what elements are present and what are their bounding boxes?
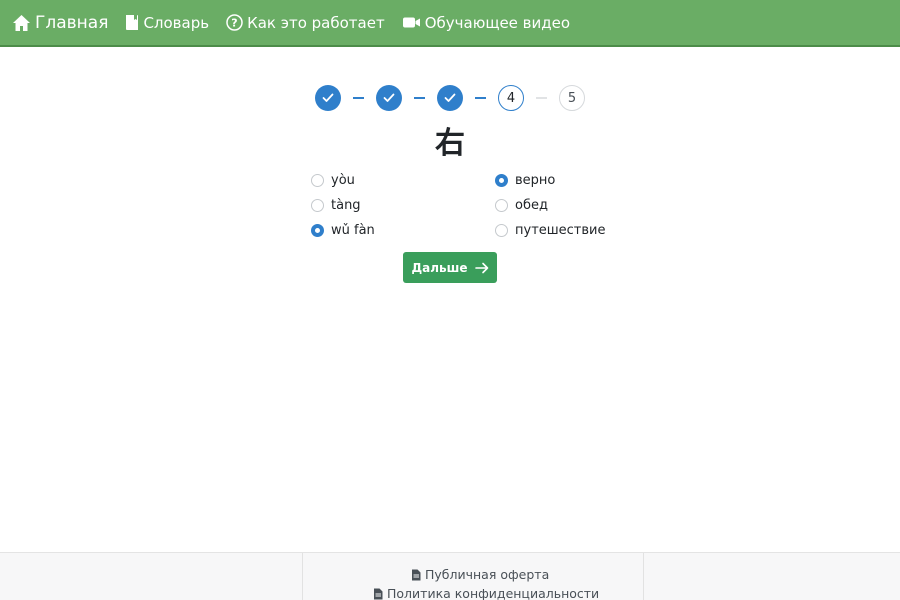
check-icon	[383, 93, 395, 102]
pinyin-option-tang[interactable]: tàng	[311, 198, 361, 213]
step-connector-inactive	[524, 97, 559, 99]
question-circle-icon: ?	[226, 14, 243, 31]
privacy-policy-link[interactable]: Политика конфиденциальности	[373, 586, 599, 600]
step-1-complete	[315, 85, 341, 111]
public-offer-link[interactable]: Публичная оферта	[411, 567, 549, 582]
nav-tutorial-video-label: Обучающее видео	[424, 13, 571, 32]
pinyin-option-you[interactable]: yòu	[311, 173, 355, 188]
video-camera-icon	[402, 15, 421, 30]
option-label: путешествие	[515, 223, 606, 238]
radio-button-selected[interactable]	[311, 224, 324, 237]
option-label: обед	[515, 198, 548, 213]
document-icon	[373, 588, 383, 600]
public-offer-label: Публичная оферта	[425, 567, 550, 582]
meaning-option-travel[interactable]: путешествие	[495, 223, 606, 238]
privacy-policy-label: Политика конфиденциальности	[387, 586, 600, 600]
home-icon	[12, 14, 31, 32]
check-icon	[444, 93, 456, 102]
step-4-current: 4	[498, 85, 524, 111]
top-navbar: Главная Словарь ? Как это работает Обуча…	[0, 0, 900, 47]
nav-tutorial-video[interactable]: Обучающее видео	[402, 14, 570, 32]
footer-links: Публичная оферта Политика конфиденциальн…	[302, 553, 644, 600]
nav-how-it-works-label: Как это работает	[247, 13, 385, 32]
footer: Публичная оферта Политика конфиденциальн…	[0, 552, 900, 600]
option-label: верно	[515, 173, 556, 188]
radio-button[interactable]	[495, 199, 508, 212]
arrow-right-icon	[474, 262, 489, 274]
next-button[interactable]: Дальше	[403, 252, 497, 283]
answer-options: yòu tàng wǔ fàn верно обед путешествие	[311, 170, 611, 250]
svg-text:?: ?	[231, 17, 237, 30]
step-connector	[341, 97, 376, 99]
question-character: 右	[435, 126, 465, 161]
step-2-complete	[376, 85, 402, 111]
nav-how-it-works[interactable]: ? Как это работает	[226, 14, 385, 32]
progress-stepper: 4 5	[315, 85, 585, 111]
pinyin-option-wufan[interactable]: wǔ fàn	[311, 223, 375, 238]
radio-button[interactable]	[311, 174, 324, 187]
option-label: wǔ fàn	[331, 223, 375, 238]
check-icon	[322, 93, 334, 102]
nav-home[interactable]: Главная	[12, 13, 108, 33]
radio-button[interactable]	[311, 199, 324, 212]
radio-button[interactable]	[495, 224, 508, 237]
meaning-option-verno[interactable]: верно	[495, 173, 555, 188]
nav-dictionary[interactable]: Словарь	[125, 14, 209, 32]
next-button-label: Дальше	[411, 260, 468, 275]
book-icon	[125, 14, 139, 31]
nav-dictionary-label: Словарь	[143, 13, 210, 32]
step-connector	[463, 97, 498, 99]
document-icon	[411, 569, 421, 581]
option-label: yòu	[331, 173, 355, 188]
step-5-pending: 5	[559, 85, 585, 111]
step-connector	[402, 97, 437, 99]
option-label: tàng	[331, 198, 361, 213]
meaning-option-obed[interactable]: обед	[495, 198, 548, 213]
step-3-complete	[437, 85, 463, 111]
nav-home-label: Главная	[35, 12, 109, 33]
radio-button-selected[interactable]	[495, 174, 508, 187]
